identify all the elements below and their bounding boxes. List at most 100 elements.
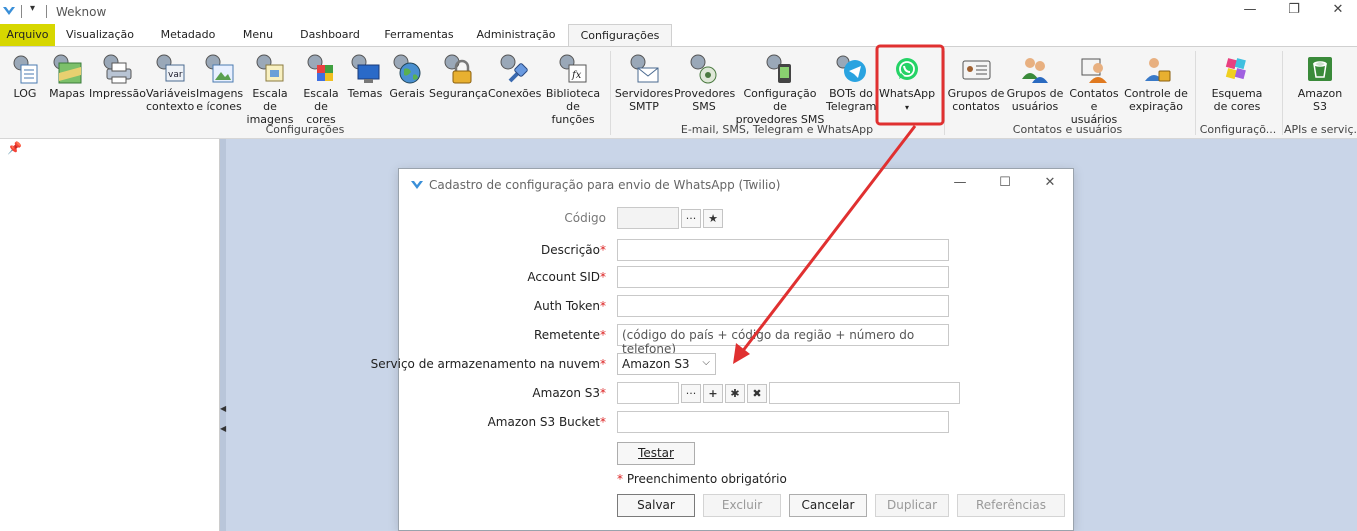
ribbon-separator [944, 51, 945, 135]
servico-select[interactable]: Amazon S3 ⌵ [617, 353, 716, 375]
quick-access-dropdown[interactable]: ▾ [30, 3, 35, 14]
tab-metadado[interactable]: Metadado [152, 24, 224, 46]
ribbon-group-label: Configuraçõ... [1199, 123, 1277, 136]
ribbon-seguranca-button[interactable]: Segurança [429, 53, 488, 100]
amazon-s3-bucket-field[interactable] [617, 411, 949, 433]
ribbon-grupos-usuarios-button[interactable]: Grupos de usuários [1006, 53, 1064, 113]
ribbon-escala-imagens-button[interactable]: Escala de imagens [244, 53, 296, 126]
title-separator [46, 5, 47, 18]
tab-menu[interactable]: Menu [234, 24, 282, 46]
ribbon-whatsapp-button[interactable]: WhatsApp ▾ [878, 53, 936, 114]
tab-configuracoes[interactable]: Configurações [568, 24, 672, 46]
ribbon-config-sms-button[interactable]: Configuração de provedores SMS [735, 53, 825, 126]
ribbon-controle-expiracao-button[interactable]: Controle de expiração [1123, 53, 1189, 113]
referencias-button[interactable]: Referências [957, 494, 1065, 517]
pin-icon[interactable]: 📌 [7, 141, 22, 155]
amazon-s3-lookup-button[interactable]: ··· [681, 384, 701, 403]
ribbon-imagens-button[interactable]: Imagens e ícones [196, 53, 243, 113]
account-sid-field[interactable] [617, 266, 949, 288]
salvar-button[interactable]: Salvar [617, 494, 695, 517]
ribbon-gerais-button[interactable]: Gerais [386, 53, 428, 100]
color-scheme-icon [1221, 53, 1253, 85]
label-text: Account SID [527, 270, 600, 284]
amazon-s3-field[interactable] [617, 382, 679, 404]
ribbon-variaveis-button[interactable]: var Variáveis contexto [146, 53, 196, 113]
auth-token-label: Auth Token* [306, 299, 606, 313]
ribbon-label: Biblioteca [545, 87, 601, 100]
descricao-label: Descrição* [306, 243, 606, 257]
tab-ferramentas[interactable]: Ferramentas [378, 24, 460, 46]
tab-dashboard[interactable]: Dashboard [292, 24, 368, 46]
ribbon-amazon-s3-button[interactable]: Amazon S3 [1294, 53, 1346, 113]
ribbon-label: Escala [303, 87, 339, 100]
printer-icon [101, 53, 133, 85]
ribbon-conexoes-button[interactable]: Conexões [488, 53, 542, 100]
codigo-lookup-button[interactable]: ··· [681, 209, 701, 228]
ribbon-escala-cores-button[interactable]: Escala de cores [298, 53, 344, 126]
amazon-s3-add-button[interactable]: + [703, 384, 723, 403]
dialog-maximize-button[interactable]: ☐ [995, 175, 1015, 193]
sms-config-icon [764, 53, 796, 85]
color-scale-icon [305, 53, 337, 85]
ribbon-grupos-contatos-button[interactable]: Grupos de contatos [946, 53, 1006, 113]
label-text: Remetente [533, 328, 600, 342]
ribbon-label: Variáveis [146, 87, 196, 100]
account-sid-label: Account SID* [306, 270, 606, 284]
contact-groups-icon [960, 53, 992, 85]
auth-token-field[interactable] [617, 295, 949, 317]
tab-visualizacao[interactable]: Visualização [60, 24, 140, 46]
ribbon-separator [610, 51, 611, 135]
collapse-left-icon[interactable]: ◀ [220, 425, 226, 433]
minimize-button[interactable]: — [1240, 2, 1260, 20]
testar-button[interactable]: Testar [617, 442, 695, 465]
ribbon-impressao-button[interactable]: Impressão [89, 53, 146, 100]
duplicar-button[interactable]: Duplicar [875, 494, 949, 517]
app-logo-icon [3, 7, 15, 15]
tab-arquivo[interactable]: Arquivo [0, 24, 55, 46]
sms-icon [688, 53, 720, 85]
ribbon-label: Grupos de [947, 87, 1005, 100]
amazon-s3-clear-button[interactable]: ✖ [747, 384, 767, 403]
required-note: * Preenchimento obrigatório [617, 472, 787, 486]
ribbon-telegram-button[interactable]: BOTs do Telegram [826, 53, 876, 113]
dialog-minimize-button[interactable]: — [950, 175, 970, 193]
cancelar-button[interactable]: Cancelar [789, 494, 867, 517]
tab-administracao[interactable]: Administração [470, 24, 562, 46]
ribbon-smtp-button[interactable]: Servidores SMTP [614, 53, 674, 113]
ribbon-log-button[interactable]: LOG [5, 53, 45, 100]
label-text: Serviço de armazenamento na nuvem [370, 357, 600, 371]
ribbon-temas-button[interactable]: Temas [346, 53, 384, 100]
ribbon-contatos-usuarios-button[interactable]: Contatos e usuários [1066, 53, 1122, 126]
contacts-icon [1078, 53, 1110, 85]
close-button[interactable]: ✕ [1328, 2, 1348, 20]
codigo-favorite-button[interactable]: ★ [703, 209, 723, 228]
ribbon-label: WhatsApp [878, 87, 936, 100]
ribbon-mapas-button[interactable]: Mapas [47, 53, 87, 100]
amazon-s3-bucket-label: Amazon S3 Bucket* [306, 415, 606, 429]
ribbon-label: Esquema [1211, 87, 1263, 100]
remetente-field[interactable]: (código do país + código da região + núm… [617, 324, 949, 356]
amazon-s3-favorite-button[interactable]: ✱ [725, 384, 745, 403]
servico-selected-value: Amazon S3 [622, 357, 690, 371]
splitter[interactable] [220, 139, 226, 531]
label-text: Amazon S3 [532, 386, 600, 400]
svg-text:var: var [168, 70, 183, 80]
ribbon-label: BOTs do [829, 87, 873, 100]
images-icon [203, 53, 235, 85]
ribbon-biblioteca-button[interactable]: fx Biblioteca de funções [543, 53, 603, 126]
dialog-close-button[interactable]: ✕ [1040, 175, 1060, 193]
ribbon-provedores-sms-button[interactable]: Provedores SMS [674, 53, 735, 113]
collapse-left-icon[interactable]: ◀ [220, 405, 226, 413]
excluir-button[interactable]: Excluir [703, 494, 781, 517]
ribbon-label: Conexões [488, 87, 542, 100]
restore-button[interactable]: ❐ [1284, 2, 1304, 20]
ribbon-esquema-cores-button[interactable]: Esquema de cores [1206, 53, 1268, 113]
amazon-s3-description-field [769, 382, 960, 404]
map-icon [51, 53, 83, 85]
required-mark: * [617, 472, 623, 486]
log-icon [9, 53, 41, 85]
ribbon-label: Impressão [89, 87, 146, 100]
ribbon-label: Mapas [49, 87, 85, 100]
servico-label: Serviço de armazenamento na nuvem* [306, 357, 606, 371]
descricao-field[interactable] [617, 239, 949, 261]
